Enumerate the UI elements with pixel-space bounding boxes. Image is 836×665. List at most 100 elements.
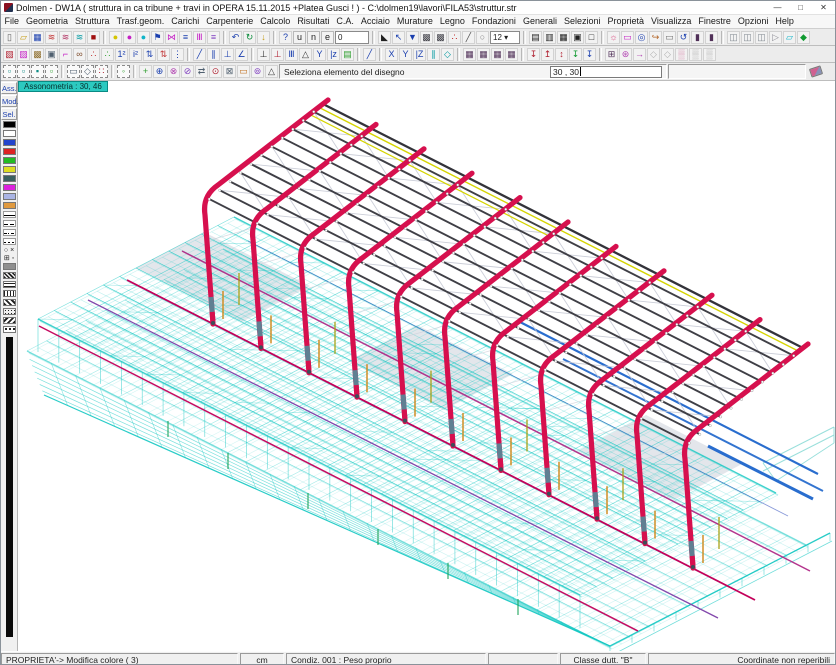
filter-icon-6[interactable]: ⊙	[209, 65, 222, 78]
view-direction-icon[interactable]: ▷	[769, 31, 782, 44]
select-shell-icon[interactable]: ▪	[31, 65, 44, 78]
plot-icon-2[interactable]: →	[633, 48, 646, 61]
column-blue-icon[interactable]: ↧	[583, 48, 596, 61]
color-swatch-1[interactable]	[3, 130, 16, 137]
stamp-pink-icon[interactable]: ▒	[675, 48, 688, 61]
menu-item-calcolo[interactable]: Calcolo	[257, 15, 294, 28]
coord-poly-icon[interactable]: ◇	[441, 48, 454, 61]
align-columns-icon[interactable]: Ⅲ	[285, 48, 298, 61]
beam-tool-icon-4[interactable]: ≡	[207, 31, 220, 44]
hatch-swatch-5[interactable]	[3, 308, 16, 315]
import-mesh-icon-1[interactable]: ≋	[45, 31, 58, 44]
material-red-icon[interactable]: ■	[87, 31, 100, 44]
marker-glyph-1[interactable]: ×	[10, 247, 14, 255]
coord-parallel-icon[interactable]: ∥	[427, 48, 440, 61]
texture-dark-icon-2[interactable]: ▩	[434, 31, 447, 44]
filter-icon-2[interactable]: ⊕	[153, 65, 166, 78]
column-insert-icon-2[interactable]: ↥	[541, 48, 554, 61]
column-insert-icon-1[interactable]: ↧	[527, 48, 540, 61]
filter-icon-9[interactable]: ⊚	[251, 65, 264, 78]
button-n[interactable]: n	[307, 31, 320, 44]
drawing-viewport[interactable]: Assonometria : 30, 46	[18, 81, 835, 651]
spark-red-icon[interactable]: ∴	[448, 31, 461, 44]
renumber-icon-1[interactable]: ⇅	[143, 48, 156, 61]
select-arrow-icon[interactable]: ↖	[392, 31, 405, 44]
line-style-swatch-1[interactable]	[3, 220, 16, 227]
menu-item-risultati[interactable]: Risultati	[294, 15, 333, 28]
sidebar-button-ass[interactable]: Ass.	[1, 82, 17, 94]
paint-magenta-icon[interactable]: ▨	[17, 48, 30, 61]
aux-input-panel[interactable]	[668, 64, 806, 79]
filter-icon-5[interactable]: ⇄	[195, 65, 208, 78]
zoom-previous-icon[interactable]: ↺	[677, 31, 690, 44]
select-beam-icon[interactable]: ▫	[17, 65, 30, 78]
align-triangle-icon[interactable]: △	[299, 48, 312, 61]
menu-item-opzioni[interactable]: Opzioni	[734, 15, 772, 28]
iso-view-icon-1[interactable]: ◫	[727, 31, 740, 44]
zoom-in-icon[interactable]: ◎	[635, 31, 648, 44]
numeric-field[interactable]: 0	[335, 31, 369, 44]
marker-glyph-0[interactable]: ○	[4, 247, 8, 255]
align-bottom-icon-1[interactable]: ⊥	[257, 48, 270, 61]
select-window-icon[interactable]: ▭	[67, 65, 80, 78]
menu-item-geometria[interactable]: Geometria	[23, 15, 72, 28]
draw-perpendicular-icon[interactable]: ⊥	[221, 48, 234, 61]
window-tile-icon-1[interactable]: ▤	[529, 31, 542, 44]
view-plane-icon[interactable]: ▱	[783, 31, 796, 44]
material-multi-icon[interactable]: ▩	[31, 48, 44, 61]
shade-icon-2[interactable]: ▮	[705, 31, 718, 44]
stack-icon[interactable]: ⋮	[171, 48, 184, 61]
select-special-icon[interactable]: ◦	[117, 65, 130, 78]
axis-z-icon[interactable]: |z	[327, 48, 340, 61]
beam-tool-icon-2[interactable]: ≡	[179, 31, 192, 44]
menu-item-selezioni[interactable]: Selezioni	[560, 15, 604, 28]
help-pick-icon[interactable]: ?	[279, 31, 292, 44]
color-swatch-0[interactable]	[3, 121, 16, 128]
stamp-gray-icon-1[interactable]: ▒	[689, 48, 702, 61]
single-line-icon[interactable]: ╱	[363, 48, 376, 61]
coord-y-icon[interactable]: Y	[399, 48, 412, 61]
window-tile-icon-2[interactable]: ▥	[543, 31, 556, 44]
undo-icon[interactable]: ↶	[229, 31, 242, 44]
marker-glyph-2[interactable]: ⊞	[4, 255, 10, 263]
stamp-gray-icon-2[interactable]: ▒	[703, 48, 716, 61]
line-style-swatch-2[interactable]	[3, 229, 16, 236]
color-swatch-5[interactable]	[3, 166, 16, 173]
table-icon[interactable]: ⊞	[605, 48, 618, 61]
link-icon[interactable]: ∞	[73, 48, 86, 61]
menu-item-propriet[interactable]: Proprietà	[604, 15, 648, 28]
menu-item-carichi[interactable]: Carichi	[168, 15, 203, 28]
menu-item-fondazioni[interactable]: Fondazioni	[468, 15, 519, 28]
import-mesh-icon-2[interactable]: ≋	[59, 31, 72, 44]
coord-x-icon[interactable]: X	[385, 48, 398, 61]
save-icon[interactable]: ▦	[31, 31, 44, 44]
iso-view-icon-2[interactable]: ◫	[741, 31, 754, 44]
color-swatch-4[interactable]	[3, 157, 16, 164]
align-bottom-icon-2[interactable]: ⊥	[271, 48, 284, 61]
spheres-cluster-icon-1[interactable]: ∴	[87, 48, 100, 61]
filter-icon-1[interactable]: +	[139, 65, 152, 78]
filter-icon-4[interactable]: ⊘	[181, 65, 194, 78]
numbering-icon-1[interactable]: 1²	[115, 48, 128, 61]
button-u[interactable]: u	[293, 31, 306, 44]
plot-icon-1[interactable]: ⊛	[619, 48, 632, 61]
circle-gray-icon[interactable]: ○	[476, 31, 489, 44]
menu-item-acciaio[interactable]: Acciaio	[357, 15, 393, 28]
redraw-icon[interactable]: ☼	[607, 31, 620, 44]
hatch-swatch-7[interactable]	[3, 326, 16, 333]
fill-triangle-icon[interactable]: ◣	[378, 31, 391, 44]
tool-disabled-icon-2[interactable]: ◇	[661, 48, 674, 61]
menu-item-file[interactable]: File	[1, 15, 23, 28]
filter-icon-3[interactable]: ⊗	[167, 65, 180, 78]
menu-item-trasfgeom[interactable]: Trasf.geom.	[113, 15, 168, 28]
hatch-swatch-1[interactable]	[3, 272, 16, 279]
mesh-dark-icon-4[interactable]: ▦	[505, 48, 518, 61]
beam-tool-icon-3[interactable]: Ⅲ	[193, 31, 206, 44]
flag-icon[interactable]: ⚑	[151, 31, 164, 44]
beam-tool-icon-1[interactable]: ⋈	[165, 31, 178, 44]
menu-item-visualizza[interactable]: Visualizza	[648, 15, 695, 28]
numbering-icon-2[interactable]: i²	[129, 48, 142, 61]
menu-item-ca[interactable]: C.A.	[333, 15, 358, 28]
view-window-icon[interactable]: ▭	[621, 31, 634, 44]
line-style-swatch-0[interactable]	[3, 211, 16, 218]
